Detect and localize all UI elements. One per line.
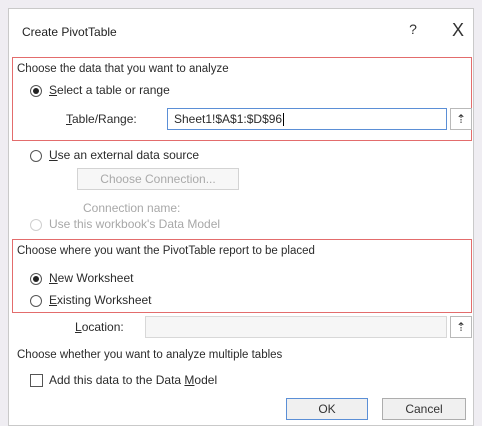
- data-model-radio[interactable]: [30, 219, 42, 231]
- table-range-label: Table/Range:: [66, 112, 137, 126]
- title-bar[interactable]: Create PivotTable ? X: [9, 9, 473, 53]
- range-picker-icon[interactable]: ⇡: [450, 108, 472, 130]
- close-icon[interactable]: X: [449, 20, 467, 40]
- new-worksheet-label[interactable]: New Worksheet: [49, 271, 133, 285]
- location-label: Location:: [75, 320, 124, 334]
- existing-worksheet-label[interactable]: Existing Worksheet: [49, 293, 152, 307]
- multiple-tables-heading: Choose whether you want to analyze multi…: [17, 349, 283, 361]
- source-data-heading: Choose the data that you want to analyze: [17, 63, 229, 75]
- dialog-title: Create PivotTable: [22, 25, 117, 39]
- destination-heading: Choose where you want the PivotTable rep…: [17, 245, 315, 257]
- text-cursor: [283, 113, 285, 127]
- location-input[interactable]: [145, 316, 447, 338]
- add-to-data-model-label[interactable]: Add this data to the Data Model: [49, 373, 217, 387]
- connection-name-label: Connection name:: [83, 201, 181, 215]
- create-pivottable-dialog: Create PivotTable ? X Choose the data th…: [8, 8, 474, 426]
- add-to-data-model-checkbox[interactable]: [30, 374, 43, 387]
- select-table-range-radio[interactable]: [30, 85, 42, 97]
- table-range-input[interactable]: Sheet1!$A$1:$D$96: [167, 108, 447, 130]
- select-table-range-label[interactable]: Select a table or range: [49, 83, 170, 97]
- help-icon[interactable]: ?: [405, 21, 421, 41]
- new-worksheet-radio[interactable]: [30, 273, 42, 285]
- external-source-radio[interactable]: [30, 150, 42, 162]
- external-source-label[interactable]: Use an external data source: [49, 148, 199, 162]
- cancel-button[interactable]: Cancel: [382, 398, 466, 420]
- ok-button[interactable]: OK: [286, 398, 368, 420]
- location-picker-icon[interactable]: ⇡: [450, 316, 472, 338]
- existing-worksheet-radio[interactable]: [30, 295, 42, 307]
- data-model-label: Use this workbook's Data Model: [49, 217, 221, 231]
- choose-connection-button[interactable]: Choose Connection...: [77, 168, 239, 190]
